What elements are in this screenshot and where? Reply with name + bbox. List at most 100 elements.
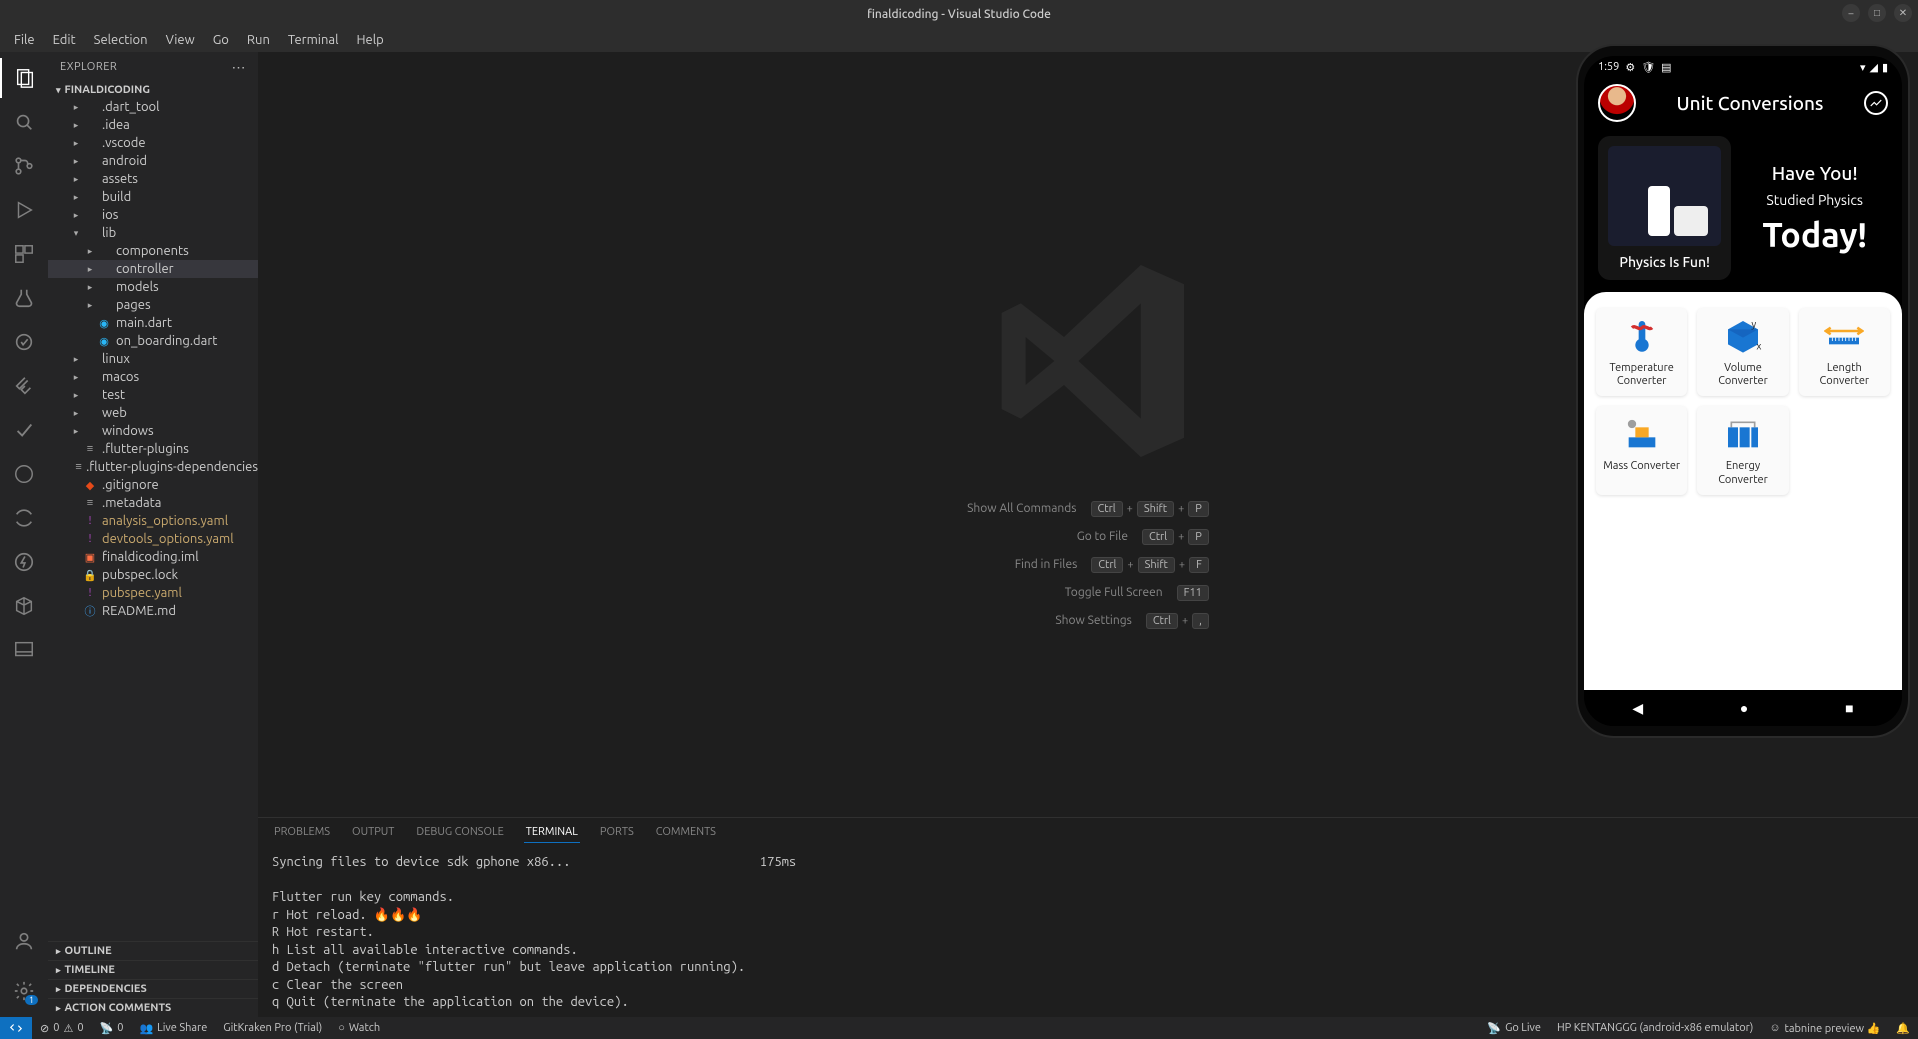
status-tabnine[interactable]: ☺ tabnine preview 👍 — [1761, 1017, 1888, 1039]
panel-tab-ports[interactable]: PORTS — [598, 822, 636, 843]
status-ports[interactable]: 📡 0 — [92, 1017, 132, 1039]
titlebar: finaldicoding - Visual Studio Code – □ ✕ — [0, 0, 1918, 28]
status-device[interactable]: HP KENTANGGG (android-x86 emulator) — [1549, 1017, 1761, 1039]
tree-item[interactable]: ▸windows — [48, 422, 258, 440]
converter-card[interactable]: Energy Converter — [1697, 406, 1788, 494]
tree-item[interactable]: ▸build — [48, 188, 258, 206]
menu-view[interactable]: View — [158, 31, 203, 49]
tree-item[interactable]: ▸test — [48, 386, 258, 404]
tree-item[interactable]: 🔒pubspec.lock — [48, 566, 258, 584]
check-icon[interactable] — [0, 410, 48, 450]
tree-item[interactable]: ▸android — [48, 152, 258, 170]
tree-item[interactable]: !devtools_options.yaml — [48, 530, 258, 548]
vscode-logo-icon — [968, 241, 1208, 481]
github-icon[interactable] — [0, 454, 48, 494]
converter-card[interactable]: Length Converter — [1799, 308, 1890, 396]
card-label: Temperature Converter — [1600, 362, 1683, 388]
section-outline[interactable]: OUTLINE — [48, 941, 258, 960]
menu-file[interactable]: File — [6, 31, 43, 49]
menu-run[interactable]: Run — [239, 31, 278, 49]
file-tree: ▸.dart_tool▸.idea▸.vscode▸android▸assets… — [48, 98, 258, 941]
remote-indicator[interactable] — [0, 1017, 32, 1039]
nav-recent-icon[interactable]: ■ — [1845, 700, 1853, 716]
tree-item[interactable]: ◉main.dart — [48, 314, 258, 332]
tree-item[interactable]: ▸.vscode — [48, 134, 258, 152]
aux-icon-1[interactable] — [0, 322, 48, 362]
stack-icon: ▤ — [1661, 61, 1671, 74]
converter-card[interactable]: yxVolume Converter — [1697, 308, 1788, 396]
tree-item[interactable]: ▾lib — [48, 224, 258, 242]
converter-card[interactable]: Temperature Converter — [1596, 308, 1687, 396]
panel-tab-comments[interactable]: COMMENTS — [654, 822, 718, 843]
tree-item[interactable]: ▸web — [48, 404, 258, 422]
sidebar: EXPLORER ⋯ FINALDICODING ▸.dart_tool▸.id… — [48, 52, 258, 1017]
bottom-panel: PROBLEMS OUTPUT DEBUG CONSOLE TERMINAL PORTS… — [258, 817, 1918, 1017]
tree-item[interactable]: !pubspec.yaml — [48, 584, 258, 602]
status-gitkraken[interactable]: GitKraken Pro (Trial) — [215, 1017, 330, 1039]
tree-item[interactable]: ▸models — [48, 278, 258, 296]
avatar[interactable] — [1598, 84, 1636, 122]
menu-help[interactable]: Help — [348, 31, 391, 49]
run-debug-icon[interactable] — [0, 190, 48, 230]
status-go-live[interactable]: 📡 Go Live — [1479, 1017, 1549, 1039]
aux-icon-2[interactable] — [0, 498, 48, 538]
settings-gear-icon[interactable]: 1 — [0, 971, 48, 1011]
search-icon[interactable] — [0, 102, 48, 142]
explorer-icon[interactable] — [0, 58, 48, 98]
tree-item[interactable]: ≡.flutter-plugins — [48, 440, 258, 458]
minimize-button[interactable]: – — [1842, 4, 1860, 22]
close-button[interactable]: ✕ — [1894, 4, 1912, 22]
menu-terminal[interactable]: Terminal — [280, 31, 347, 49]
package-icon[interactable] — [0, 586, 48, 626]
tree-item[interactable]: ⓘREADME.md — [48, 602, 258, 620]
menu-go[interactable]: Go — [205, 31, 237, 49]
tree-item[interactable]: ▸pages — [48, 296, 258, 314]
status-errors[interactable]: ⊘ 0 ⚠ 0 — [32, 1017, 92, 1039]
tree-item[interactable]: ▸.idea — [48, 116, 258, 134]
tree-item[interactable]: ▸linux — [48, 350, 258, 368]
terminal-output[interactable]: Syncing files to device sdk gphone x86..… — [258, 844, 1918, 1017]
nav-home-icon[interactable]: ● — [1740, 700, 1748, 716]
status-live-share[interactable]: 👥 Live Share — [131, 1017, 215, 1039]
bolt-icon[interactable] — [0, 542, 48, 582]
account-icon[interactable] — [0, 921, 48, 961]
section-dependencies[interactable]: DEPENDENCIES — [48, 979, 258, 998]
status-watch[interactable]: ○ Watch — [330, 1017, 388, 1039]
panel-tab-terminal[interactable]: TERMINAL — [524, 822, 580, 843]
tree-item[interactable]: ◆.gitignore — [48, 476, 258, 494]
tree-item[interactable]: ▸assets — [48, 170, 258, 188]
hero-illustration — [1608, 146, 1721, 246]
tree-item[interactable]: ▸.dart_tool — [48, 98, 258, 116]
menu-selection[interactable]: Selection — [86, 31, 156, 49]
tree-item[interactable]: ▸components — [48, 242, 258, 260]
panel-icon[interactable] — [0, 630, 48, 670]
testing-icon[interactable] — [0, 278, 48, 318]
panel-tab-debug-console[interactable]: DEBUG CONSOLE — [414, 822, 505, 843]
tree-item[interactable]: ≡.flutter-plugins-dependencies — [48, 458, 258, 476]
tree-item[interactable]: !analysis_options.yaml — [48, 512, 258, 530]
card-label: Length Converter — [1803, 362, 1886, 388]
svg-text:y: y — [1751, 319, 1756, 330]
tree-item[interactable]: ▣finaldicoding.iml — [48, 548, 258, 566]
chart-icon[interactable] — [1864, 91, 1888, 115]
extensions-icon[interactable] — [0, 234, 48, 274]
tree-item[interactable]: ▸macos — [48, 368, 258, 386]
section-action-comments[interactable]: ACTION COMMENTS — [48, 998, 258, 1017]
flutter-icon[interactable] — [0, 366, 48, 406]
tree-item[interactable]: ≡.metadata — [48, 494, 258, 512]
status-bell-icon[interactable]: 🔔 — [1888, 1017, 1918, 1039]
shortcut-row: Find in FilesCtrl+Shift+F — [1015, 557, 1209, 573]
source-control-icon[interactable] — [0, 146, 48, 186]
tree-item[interactable]: ▸ios — [48, 206, 258, 224]
panel-tab-output[interactable]: OUTPUT — [350, 822, 396, 843]
project-section[interactable]: FINALDICODING — [48, 82, 258, 98]
tree-item[interactable]: ◉on_boarding.dart — [48, 332, 258, 350]
maximize-button[interactable]: □ — [1868, 4, 1886, 22]
converter-card[interactable]: Mass Converter — [1596, 406, 1687, 494]
panel-tab-problems[interactable]: PROBLEMS — [272, 822, 332, 843]
menu-edit[interactable]: Edit — [45, 31, 84, 49]
section-timeline[interactable]: TIMELINE — [48, 960, 258, 979]
sidebar-more-icon[interactable]: ⋯ — [232, 59, 247, 76]
nav-back-icon[interactable]: ◀ — [1632, 700, 1643, 717]
tree-item[interactable]: ▸controller — [48, 260, 258, 278]
